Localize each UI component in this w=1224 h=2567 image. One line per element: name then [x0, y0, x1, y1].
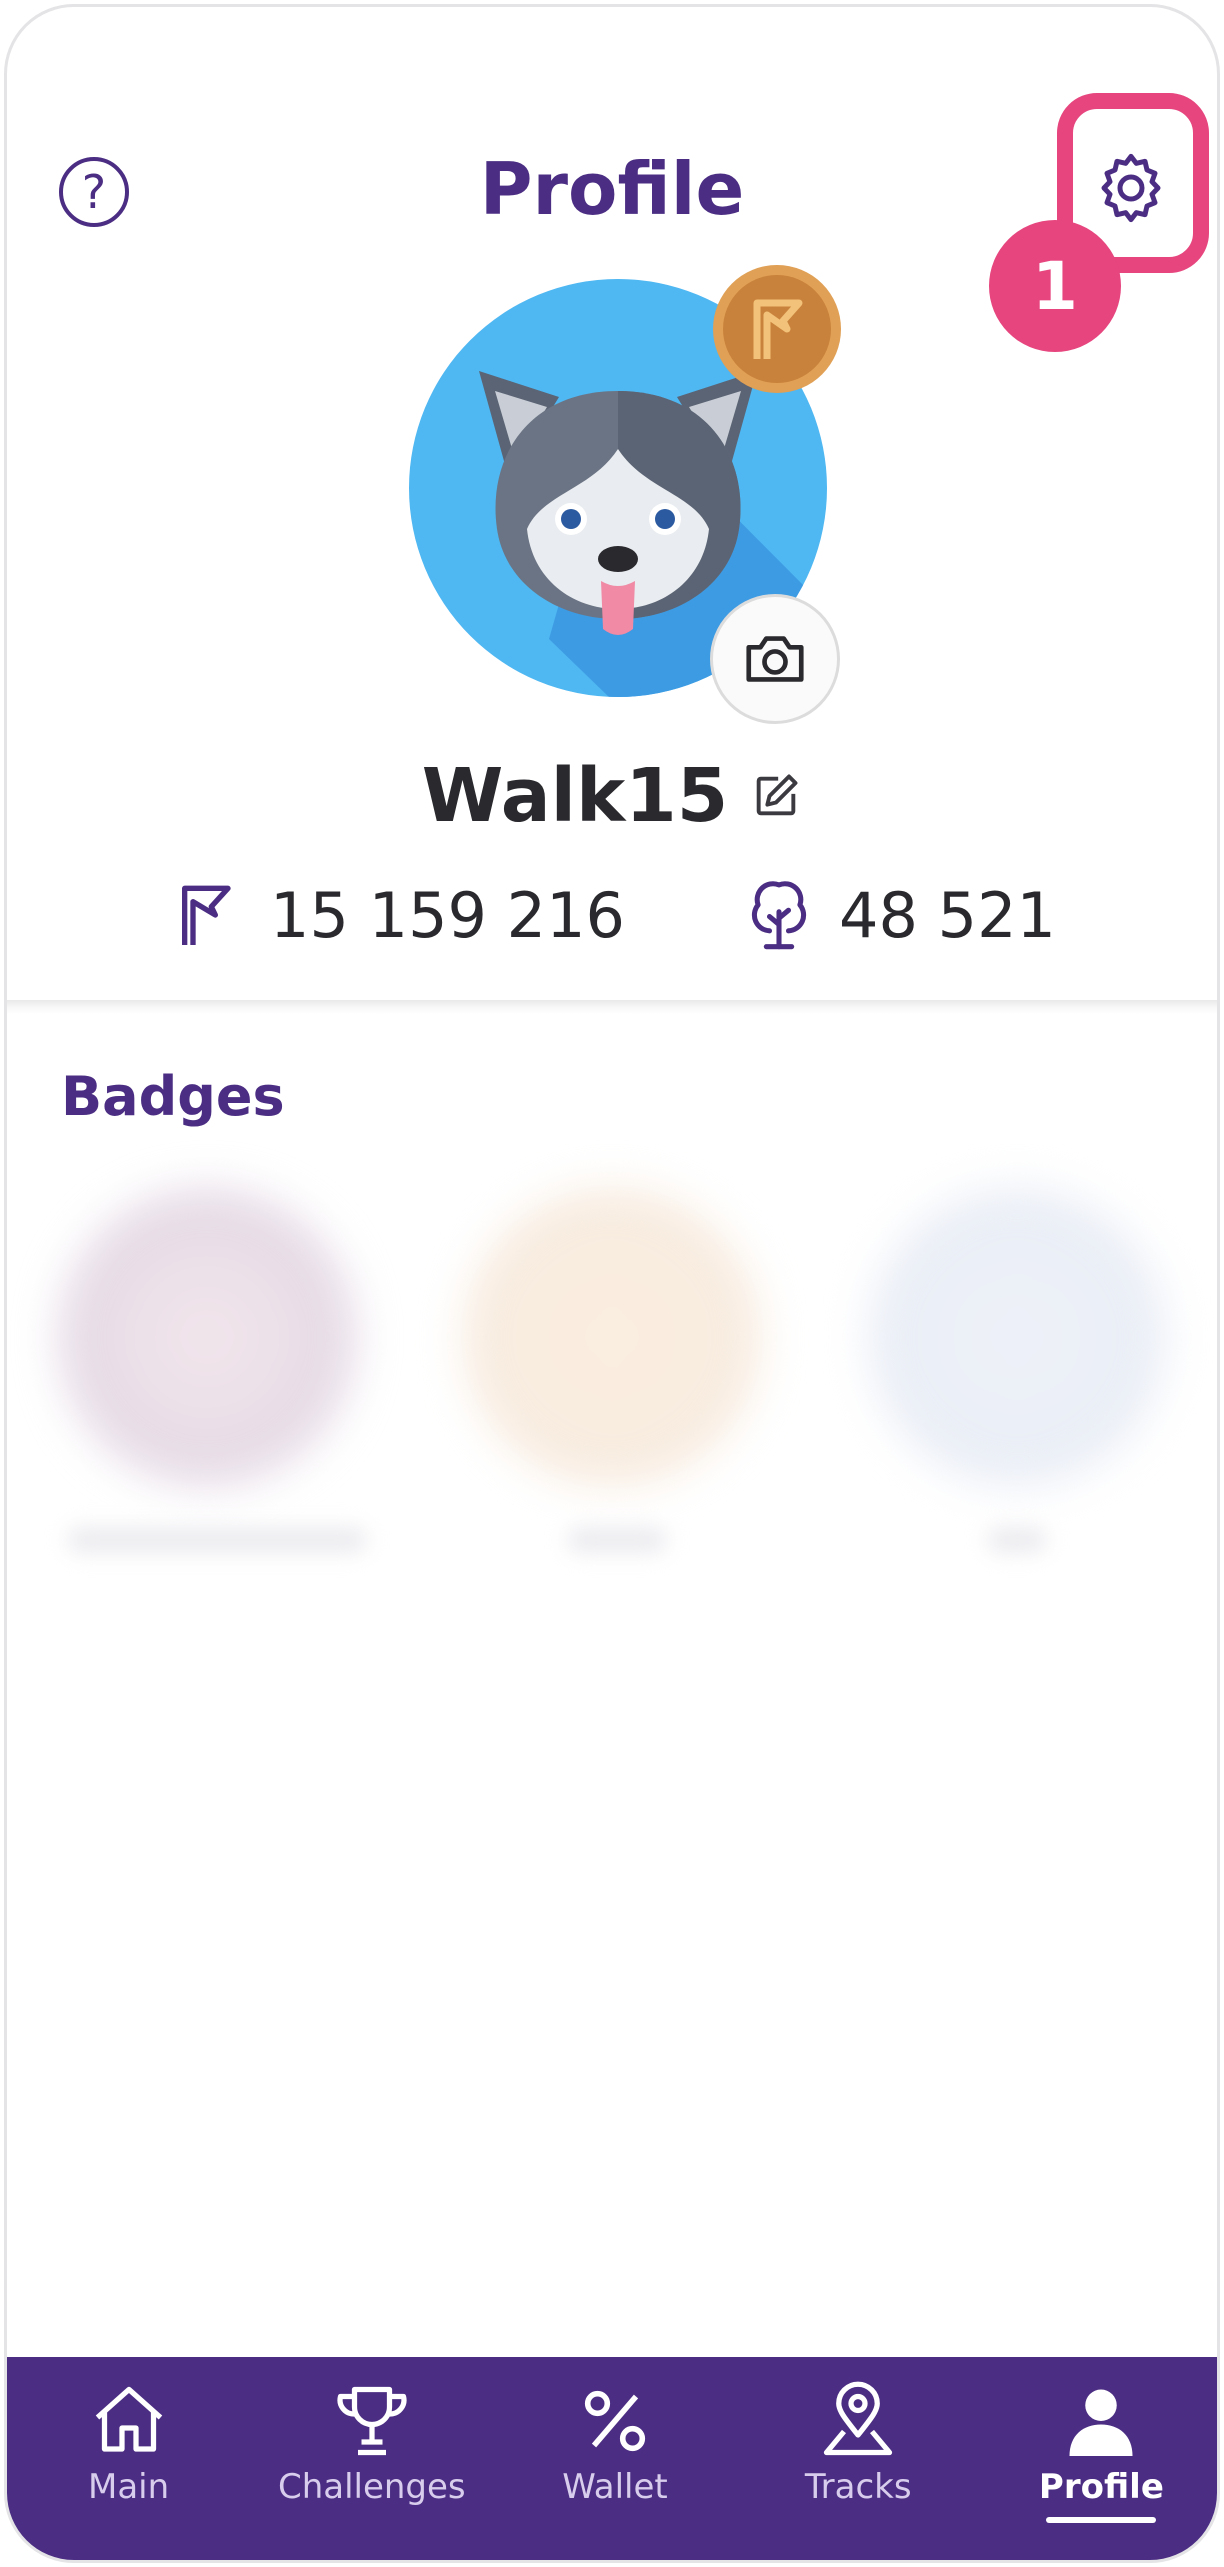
nav-item-challenges[interactable]: Challenges	[250, 2357, 493, 2560]
nav-item-tracks[interactable]: Tracks	[737, 2357, 980, 2560]
nav-label-profile: Profile	[1038, 2467, 1164, 2507]
nav-label-tracks: Tracks	[804, 2467, 912, 2507]
badge-label-placeholder	[987, 1527, 1047, 1553]
distance-stat: 15 159 216	[168, 875, 625, 955]
section-divider	[7, 1000, 1217, 1014]
stats-row: 15 159 216 48 521	[7, 875, 1217, 955]
bottom-navigation: Main Challenges Wallet Tracks Profile	[7, 2357, 1217, 2560]
username-row: Walk15	[7, 753, 1217, 839]
settings-button[interactable]	[1091, 147, 1171, 227]
tree-icon	[751, 881, 807, 950]
change-photo-button[interactable]	[710, 594, 840, 724]
badge-label-placeholder	[567, 1527, 667, 1553]
gear-icon	[1101, 153, 1161, 223]
nav-item-main[interactable]: Main	[7, 2357, 250, 2560]
bronze-flag-badge-icon	[713, 265, 841, 393]
page-title: Profile	[479, 147, 745, 231]
active-tab-indicator	[1046, 2517, 1157, 2523]
badge-label-placeholder	[67, 1527, 367, 1553]
person-icon	[1069, 2389, 1133, 2456]
nav-label-challenges: Challenges	[277, 2467, 466, 2507]
badges-title: Badges	[61, 1065, 285, 1128]
camera-icon	[746, 636, 804, 682]
nav-label-wallet: Wallet	[562, 2467, 668, 2507]
phone-screen: ? Profile 1 Walk15 15 159 216 48 521 Bad…	[4, 4, 1220, 2563]
nav-label-main: Main	[88, 2467, 170, 2507]
edit-icon[interactable]	[750, 770, 802, 822]
map-pin-icon	[824, 2381, 893, 2456]
nav-item-wallet[interactable]: Wallet	[493, 2357, 736, 2560]
nav-item-profile[interactable]: Profile	[980, 2357, 1217, 2560]
trophy-icon	[337, 2386, 407, 2456]
percent-icon	[584, 2390, 646, 2452]
level-badge[interactable]	[711, 263, 843, 395]
trees-stat: 48 521	[741, 875, 1056, 955]
home-icon	[95, 2386, 162, 2452]
flag-icon	[182, 885, 231, 945]
username: Walk15	[421, 753, 729, 839]
badge-item[interactable]	[867, 1187, 1167, 1487]
badge-item[interactable]	[57, 1187, 357, 1487]
distance-value: 15 159 216	[270, 878, 626, 952]
trees-value: 48 521	[839, 878, 1056, 952]
step-number-badge: 1	[989, 220, 1121, 352]
badge-item[interactable]	[462, 1187, 762, 1487]
